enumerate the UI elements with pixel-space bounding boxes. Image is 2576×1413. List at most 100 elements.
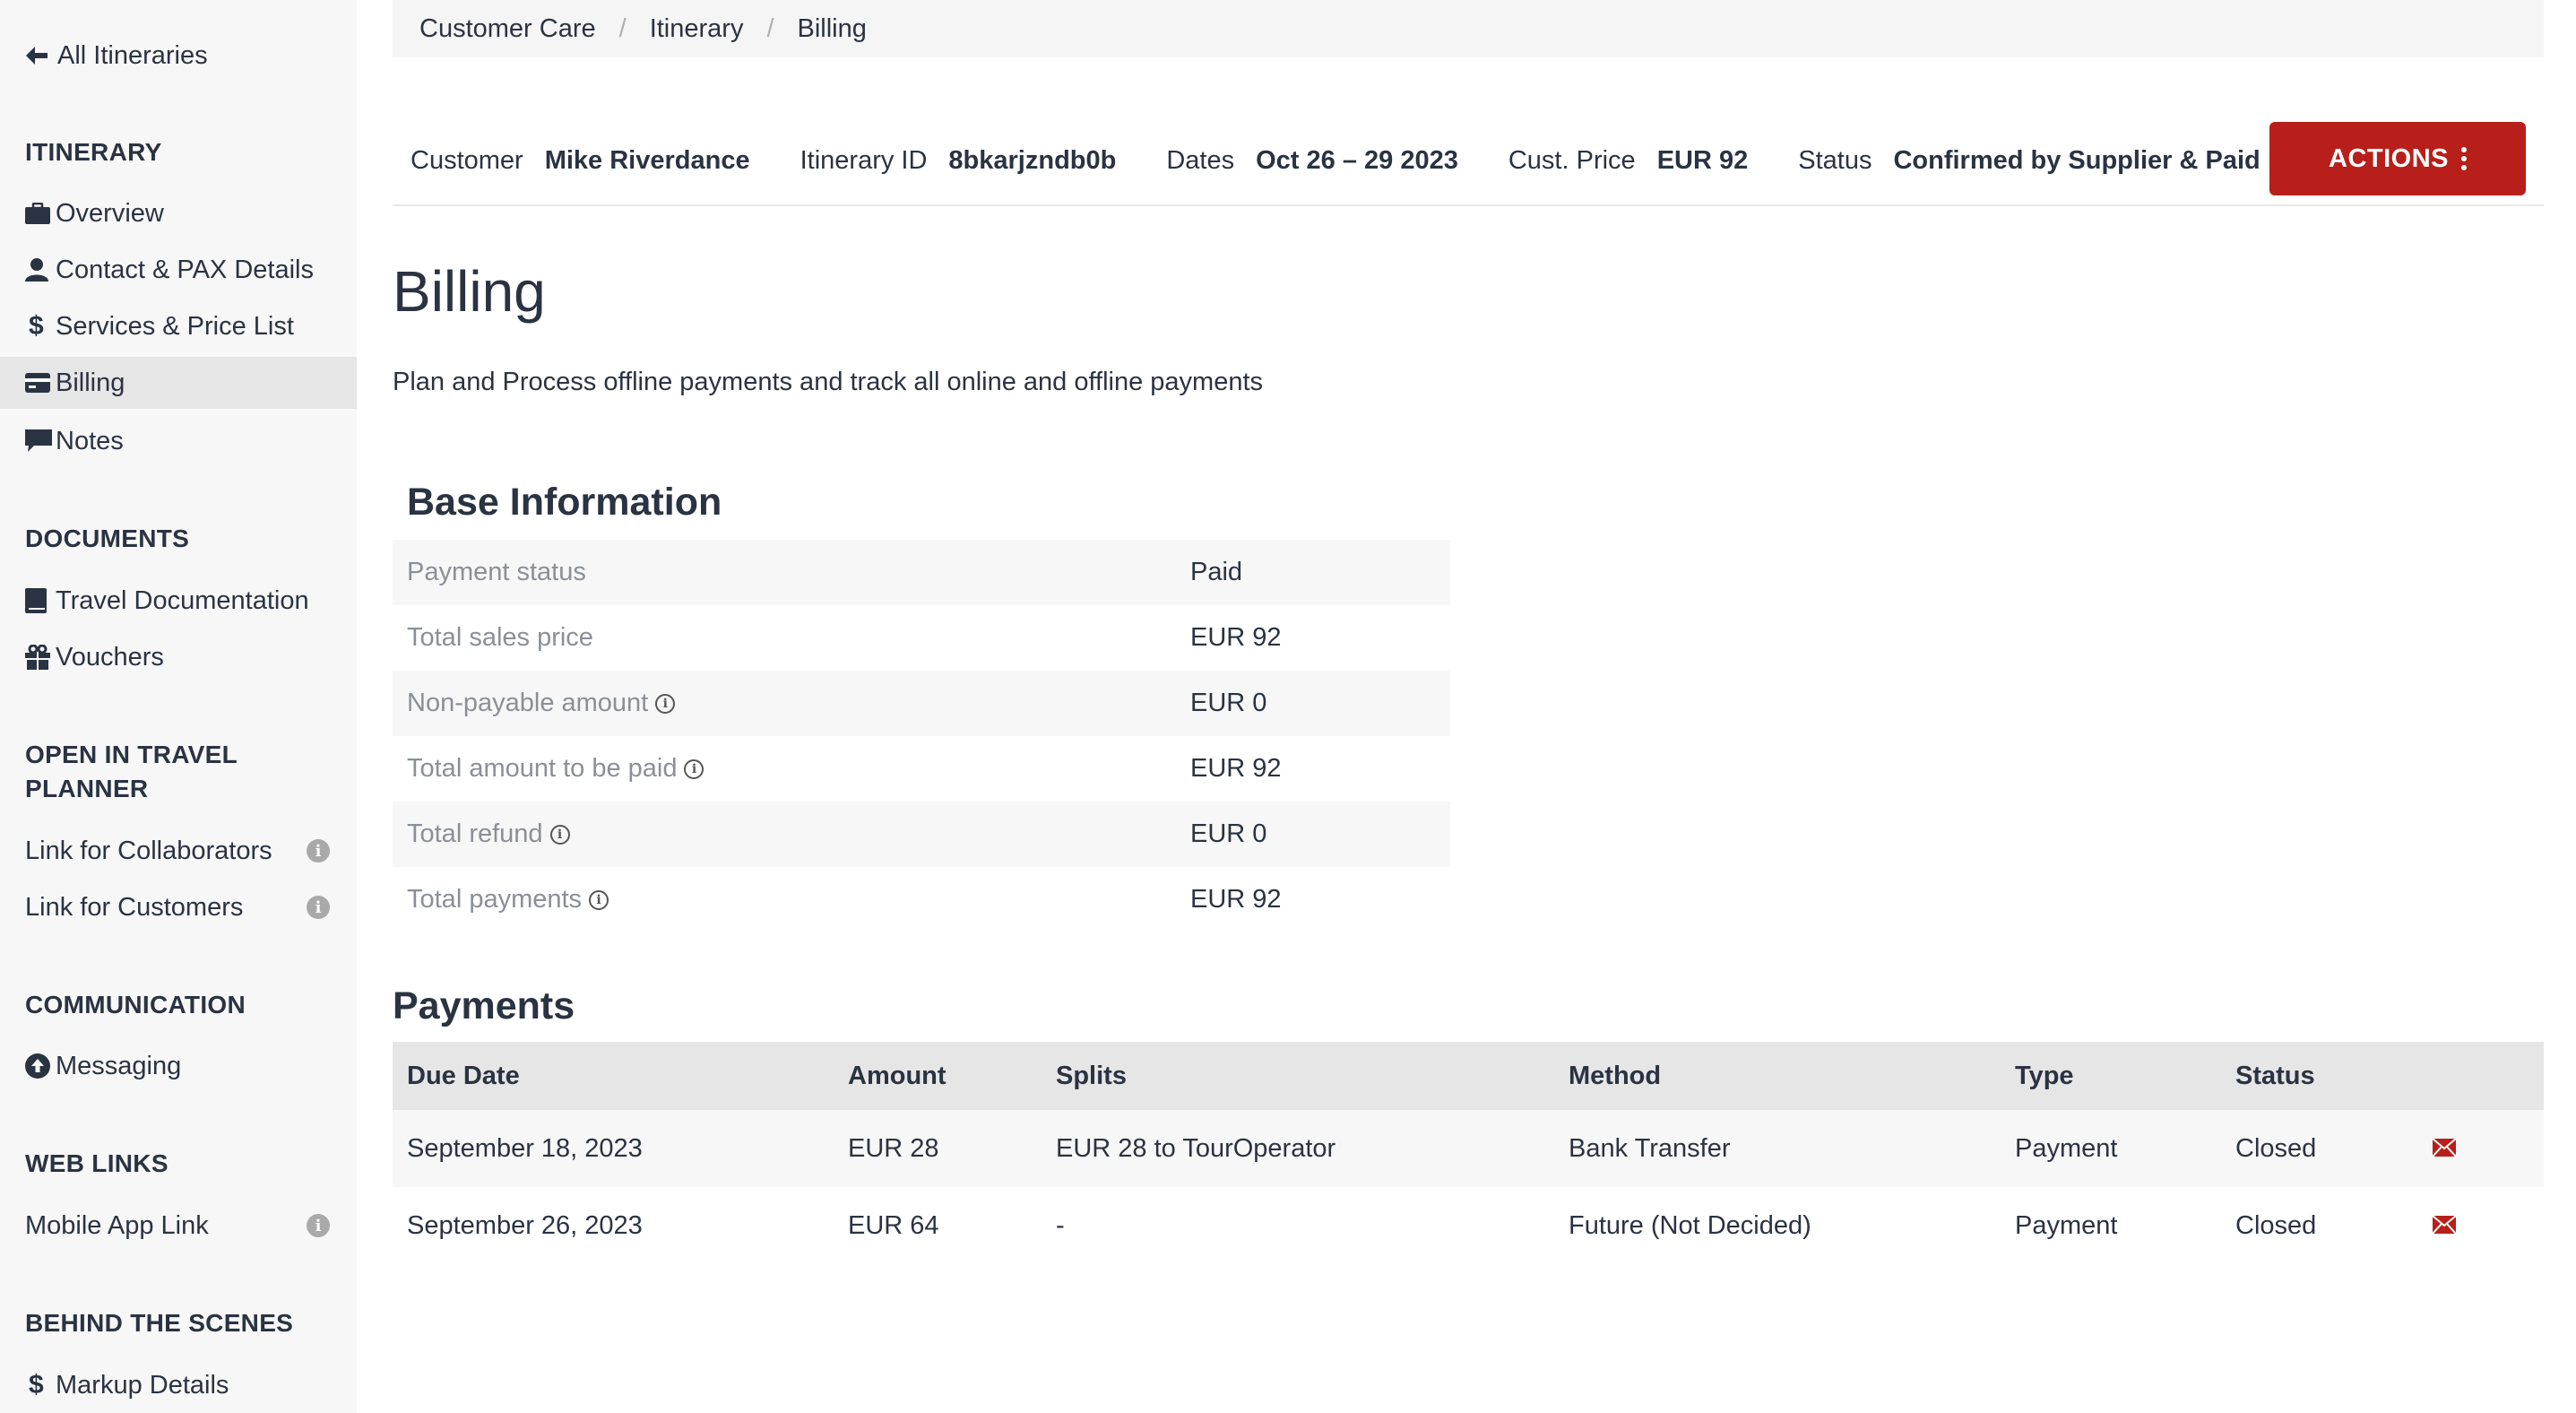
column-header-type[interactable]: Type: [2001, 1042, 2221, 1110]
cust-price-label: Cust. Price: [1508, 145, 1636, 175]
book-icon: [25, 588, 56, 613]
sidebar-item-notes[interactable]: Notes: [0, 415, 357, 467]
section-title-line: OPEN IN TRAVEL: [25, 741, 238, 768]
breadcrumb: Customer Care / Itinerary / Billing: [393, 0, 2544, 57]
cell-amount: EUR 64: [848, 1210, 939, 1240]
row-label: Total amount to be paid: [407, 754, 678, 783]
briefcase-icon: [25, 203, 56, 224]
breadcrumb-separator: /: [618, 13, 627, 43]
itinerary-id-label: Itinerary ID: [800, 145, 928, 175]
sidebar-item-travel-documentation[interactable]: Travel Documentation: [0, 575, 357, 627]
table-row[interactable]: September 26, 2023 EUR 64 - Future (Not …: [393, 1187, 2544, 1264]
sidebar-item-label: Notes: [56, 426, 124, 455]
cust-price-value: EUR 92: [1656, 145, 1749, 175]
sidebar-item-label: Overview: [56, 198, 164, 228]
table-row: Total sales price EUR 92: [393, 605, 1450, 671]
envelope-icon[interactable]: [2433, 1215, 2456, 1234]
info-circle-icon[interactable]: i: [549, 825, 570, 845]
breadcrumb-separator: /: [766, 13, 774, 43]
table-row: Non-payable amount i EUR 0: [393, 671, 1450, 736]
cell-actions: [2418, 1110, 2544, 1187]
table-row: Total amount to be paid i EUR 92: [393, 736, 1450, 802]
column-header-splits[interactable]: Splits: [1042, 1042, 1554, 1110]
sidebar-item-label: Messaging: [56, 1051, 182, 1080]
table-header-row: Due Date Amount Splits Method Type Statu…: [393, 1042, 2544, 1110]
sidebar-item-markup-details[interactable]: $ Markup Details: [0, 1359, 357, 1411]
payments-table: Due Date Amount Splits Method Type Statu…: [393, 1042, 2544, 1264]
column-header-due-date[interactable]: Due Date: [393, 1042, 834, 1110]
sidebar-item-label: Billing: [56, 368, 125, 397]
sidebar-item-label: Contact & PAX Details: [56, 255, 314, 284]
sidebar-item-link-collaborators[interactable]: Link for Collaborators i: [0, 825, 357, 877]
arrow-up-circle-icon: [25, 1053, 56, 1079]
breadcrumb-billing: Billing: [797, 13, 867, 43]
row-value: EUR 0: [1176, 802, 1450, 867]
user-icon: [25, 258, 56, 282]
all-itineraries-link[interactable]: All Itineraries: [25, 39, 208, 72]
section-title-line: PLANNER: [25, 775, 149, 802]
sidebar-item-overview[interactable]: Overview: [0, 187, 357, 239]
all-itineraries-label: All Itineraries: [57, 40, 208, 70]
itinerary-info-bar: Customer Mike Riverdance Itinerary ID 8b…: [393, 117, 2544, 206]
sidebar-item-billing[interactable]: Billing: [0, 357, 357, 409]
info-icon[interactable]: i: [307, 839, 330, 863]
section-title-behind-the-scenes: BEHIND THE SCENES: [25, 1309, 294, 1337]
cell-splits: EUR 28 to TourOperator: [1042, 1110, 1554, 1187]
info-circle-icon[interactable]: i: [589, 890, 609, 911]
sidebar-item-vouchers[interactable]: Vouchers: [0, 631, 357, 683]
sidebar-item-link-customers[interactable]: Link for Customers i: [0, 881, 357, 933]
dollar-icon: $: [29, 1370, 44, 1400]
sidebar: All Itineraries ITINERARY Overview Conta…: [0, 0, 357, 1413]
row-value: EUR 0: [1176, 671, 1450, 736]
cell-due-date: September 26, 2023: [407, 1210, 643, 1240]
row-label-with-info: Total refund i: [393, 802, 1176, 867]
sidebar-item-messaging[interactable]: Messaging: [0, 1040, 357, 1092]
table-row: Payment status Paid: [393, 540, 1450, 605]
cell-type: Payment: [2015, 1210, 2118, 1240]
dollar-icon: $: [29, 311, 44, 341]
envelope-icon[interactable]: [2433, 1138, 2456, 1157]
column-header-method[interactable]: Method: [1554, 1042, 2001, 1110]
cell-status: Closed: [2235, 1210, 2317, 1240]
sidebar-item-services[interactable]: $ Services & Price List: [0, 300, 357, 352]
sidebar-item-label: Link for Collaborators: [25, 836, 272, 865]
status-value: Confirmed by Supplier & Paid: [1893, 145, 2260, 175]
row-value: Paid: [1176, 540, 1450, 605]
column-header-actions: [2418, 1042, 2544, 1110]
page-title: Billing: [393, 259, 546, 324]
credit-card-icon: [25, 373, 56, 393]
table-row: Total payments i EUR 92: [393, 867, 1450, 932]
customer-value: Mike Riverdance: [544, 145, 750, 175]
column-header-status[interactable]: Status: [2221, 1042, 2418, 1110]
sidebar-item-contact[interactable]: Contact & PAX Details: [0, 244, 357, 296]
base-information-title: Base Information: [407, 481, 722, 524]
info-circle-icon[interactable]: i: [684, 759, 705, 780]
actions-button[interactable]: ACTIONS: [2269, 122, 2526, 195]
info-icon[interactable]: i: [307, 896, 330, 919]
base-information-table: Payment status Paid Total sales price EU…: [393, 540, 1450, 932]
cell-type: Payment: [2001, 1110, 2221, 1187]
cell-amount: EUR 28: [834, 1110, 1042, 1187]
table-row: Total refund i EUR 0: [393, 802, 1450, 867]
info-icon[interactable]: i: [307, 1214, 330, 1237]
row-label-with-info: Total amount to be paid i: [393, 736, 1176, 802]
section-title-web-links: WEB LINKS: [25, 1149, 169, 1177]
sidebar-item-label: Vouchers: [56, 642, 164, 672]
page-description: Plan and Process offline payments and tr…: [393, 368, 1264, 396]
table-row[interactable]: September 18, 2023 EUR 28 EUR 28 to Tour…: [393, 1110, 2544, 1187]
info-circle-icon[interactable]: i: [655, 694, 676, 715]
sidebar-item-mobile-app-link[interactable]: Mobile App Link i: [0, 1200, 357, 1252]
section-title-itinerary: ITINERARY: [25, 138, 162, 166]
sidebar-item-label: Markup Details: [56, 1370, 229, 1400]
sidebar-item-label: Mobile App Link: [25, 1210, 209, 1240]
kebab-menu-icon: [2461, 147, 2467, 170]
row-label: Total payments: [407, 885, 583, 914]
actions-button-label: ACTIONS: [2329, 143, 2449, 173]
customer-label: Customer: [411, 145, 523, 175]
row-value: EUR 92: [1190, 623, 1282, 652]
row-label: Payment status: [393, 540, 1176, 605]
breadcrumb-customer-care[interactable]: Customer Care: [419, 14, 596, 44]
column-header-amount[interactable]: Amount: [834, 1042, 1042, 1110]
section-title-communication: COMMUNICATION: [25, 991, 246, 1019]
breadcrumb-itinerary[interactable]: Itinerary: [650, 14, 744, 44]
